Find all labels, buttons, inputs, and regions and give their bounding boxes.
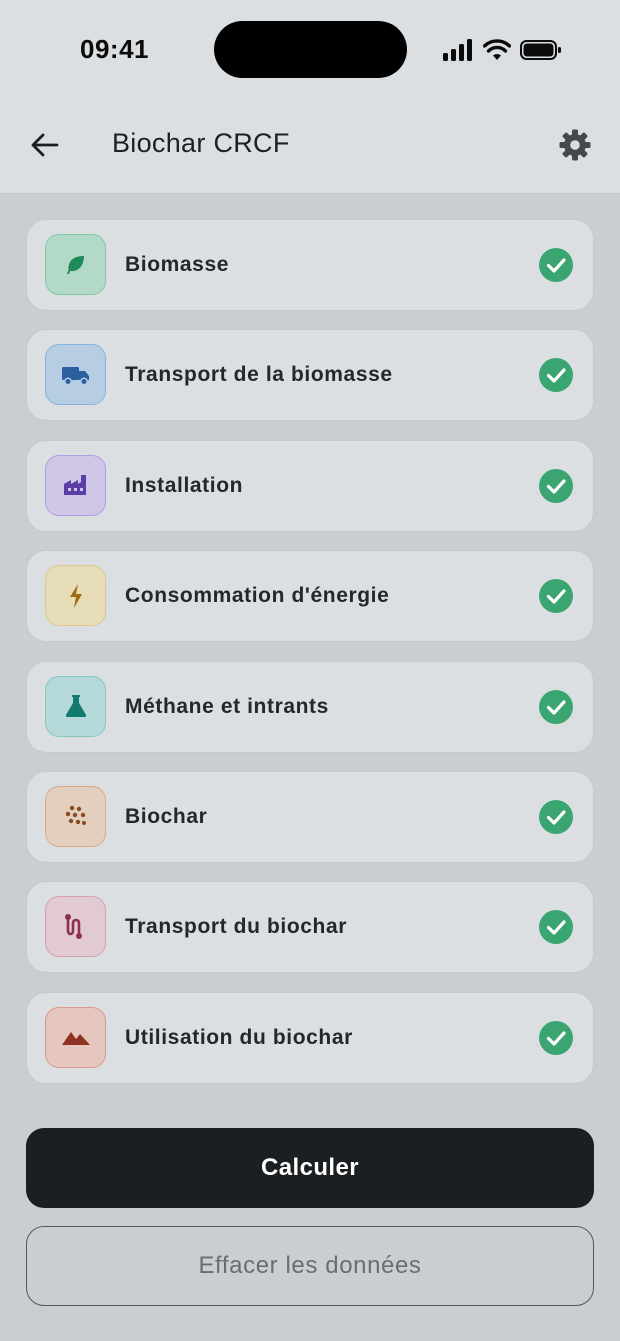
step-methane-intrants[interactable]: Méthane et intrants xyxy=(26,660,594,753)
clear-data-button[interactable]: Effacer les données xyxy=(26,1226,594,1306)
check-circle-icon xyxy=(539,799,573,834)
step-icon-tile xyxy=(45,896,106,958)
check-circle-icon xyxy=(539,248,573,282)
step-utilisation-biochar[interactable]: Utilisation du biochar xyxy=(26,991,594,1084)
lightning-icon xyxy=(69,583,82,608)
arrow-left-icon xyxy=(31,133,59,157)
step-biochar[interactable]: Biochar xyxy=(26,770,594,863)
step-label: Consommation d'énergie xyxy=(125,584,390,608)
gear-icon xyxy=(559,129,591,161)
step-transport-biochar[interactable]: Transport du biochar xyxy=(26,881,594,974)
step-label: Utilisation du biochar xyxy=(125,1025,353,1049)
step-icon-tile xyxy=(45,785,106,847)
wifi-icon xyxy=(483,39,511,60)
signal-icon xyxy=(443,39,472,61)
check-circle-icon xyxy=(539,1020,573,1055)
step-icon-tile xyxy=(45,675,106,737)
step-icon-tile xyxy=(45,234,106,295)
mountains-icon xyxy=(61,1032,90,1046)
route-icon xyxy=(64,913,82,939)
check-circle-icon xyxy=(539,468,573,503)
top-app-bar: 09:41 Biochar CRCF xyxy=(0,0,620,194)
step-consommation-energie[interactable]: Consommation d'énergie xyxy=(26,550,594,643)
status-icons xyxy=(443,38,562,62)
step-label: Méthane et intrants xyxy=(125,694,329,718)
steps-list: Biomasse Transport de la biomasse Instal… xyxy=(26,219,594,1102)
factory-icon xyxy=(63,475,86,496)
leaf-icon xyxy=(66,255,84,274)
step-biomasse[interactable]: Biomasse xyxy=(26,219,594,311)
step-icon-tile xyxy=(45,565,106,627)
dynamic-island xyxy=(214,21,407,78)
check-circle-icon xyxy=(539,689,573,724)
calculate-button[interactable]: Calculer xyxy=(26,1128,594,1208)
flask-icon xyxy=(65,695,86,718)
settings-button[interactable] xyxy=(555,125,595,165)
step-label: Transport de la biomasse xyxy=(125,363,393,387)
step-icon-tile xyxy=(45,344,106,406)
step-icon-tile xyxy=(45,454,106,516)
step-label: Installation xyxy=(125,473,244,497)
back-button[interactable] xyxy=(24,124,66,166)
step-label: Transport du biochar xyxy=(125,915,348,939)
step-installation[interactable]: Installation xyxy=(26,439,594,532)
step-label: Biochar xyxy=(125,804,208,828)
page-title: Biochar CRCF xyxy=(112,128,290,158)
status-time: 09:41 xyxy=(80,34,149,64)
step-label: Biomasse xyxy=(125,253,230,276)
battery-icon xyxy=(520,40,561,60)
check-circle-icon xyxy=(539,579,573,614)
granules-icon xyxy=(65,806,86,826)
truck-icon xyxy=(61,366,89,386)
check-circle-icon xyxy=(539,910,573,945)
step-transport-biomasse[interactable]: Transport de la biomasse xyxy=(26,329,594,422)
step-icon-tile xyxy=(45,1006,106,1068)
check-circle-icon xyxy=(539,358,573,393)
